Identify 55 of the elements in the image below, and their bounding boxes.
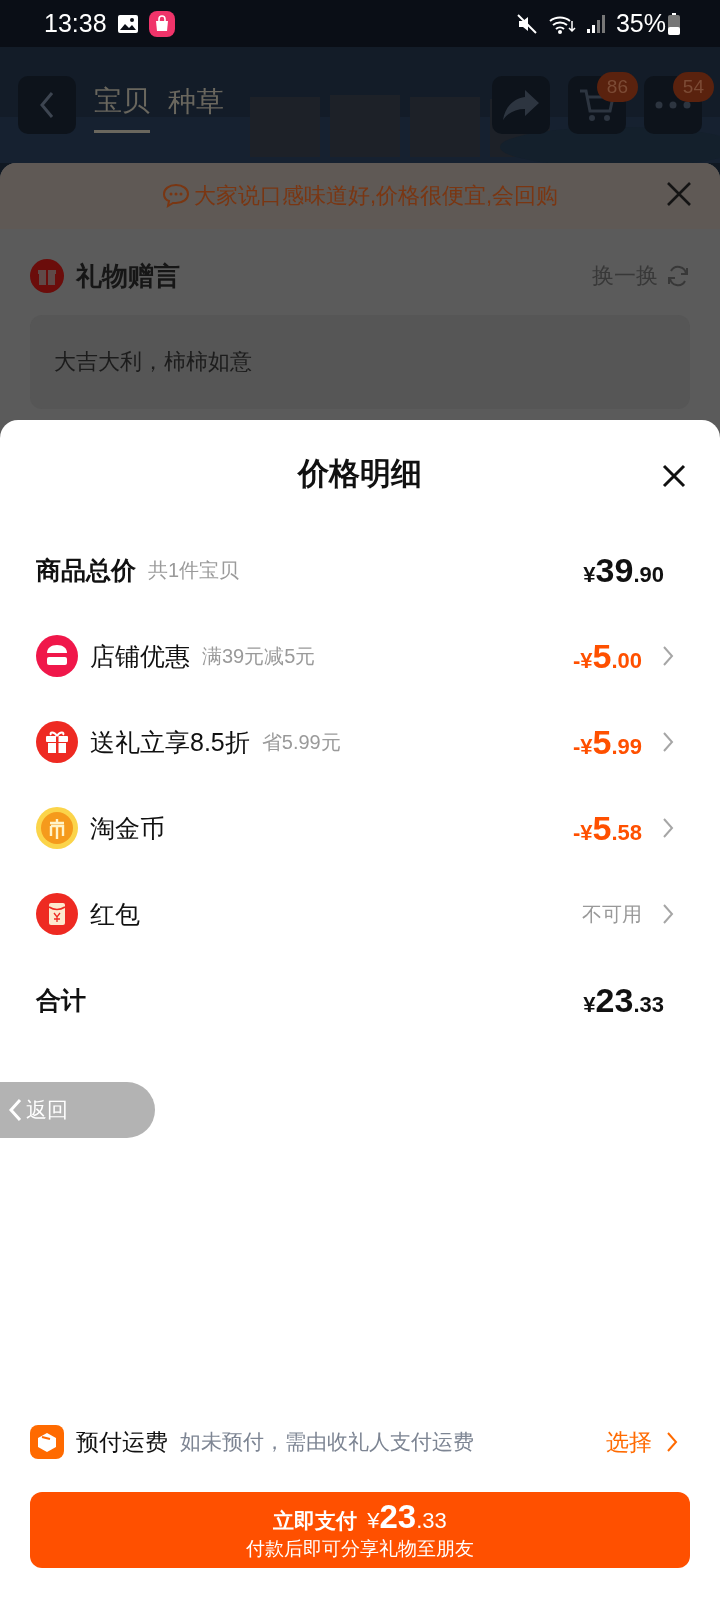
chevron-icon [662, 903, 674, 925]
message-box[interactable]: 大吉大利，柿柿如意 [30, 315, 690, 409]
gift-icon [30, 259, 64, 293]
back-icon [8, 1098, 22, 1122]
chat-bubble-icon [161, 183, 190, 209]
chevron-icon [666, 1431, 678, 1453]
row-label: 送礼立享8.5折 [90, 726, 250, 758]
price-amount: ¥39.90 [583, 550, 664, 590]
close-button[interactable] [662, 464, 686, 488]
store-icon [36, 635, 78, 677]
chevron-icon [662, 817, 674, 839]
row-note: 共1件宝贝 [148, 557, 240, 583]
row-title: 商品总价 [36, 554, 136, 586]
tab[interactable]: 种草 [168, 79, 224, 131]
pay-button[interactable]: 立即支付 ¥23.33 付款后即可分享礼物至朋友 [30, 1492, 690, 1568]
shipping-label: 预付运费 [76, 1427, 168, 1457]
refresh-icon [666, 264, 690, 288]
close-icon [666, 181, 692, 207]
row-label: 店铺优惠 [90, 640, 190, 672]
battery-icon [668, 12, 680, 35]
sheet-title: 价格明细 [298, 454, 422, 493]
review-notice: 大家说口感味道好,价格很便宜,会回购 [193, 182, 559, 210]
shipping-note: 如未预付，需由收礼人支付运费 [180, 1429, 475, 1455]
shopping-bag-icon [148, 10, 175, 37]
close-icon [662, 464, 686, 488]
row-note: 省5.99元 [261, 729, 341, 755]
coin-icon [36, 807, 78, 849]
chevron-icon [662, 645, 674, 667]
gift-icon [36, 721, 78, 763]
price-amount: ¥23.33 [583, 980, 664, 1020]
box-icon [30, 1425, 64, 1459]
section-title: 礼物赠言 [76, 259, 180, 293]
discount-amount: -¥5.00 [572, 636, 642, 676]
signal-icon [585, 13, 606, 34]
share-button[interactable] [492, 76, 550, 134]
row-note: 满39元减5元 [202, 643, 316, 669]
share-icon [501, 88, 541, 122]
row-label: 淘金币 [90, 812, 165, 844]
row-label: 红包 [90, 898, 140, 930]
battery-percent: 35% [615, 9, 666, 38]
row-title: 合计 [36, 984, 86, 1016]
chevron-icon [662, 731, 674, 753]
image-icon [116, 13, 139, 34]
discount-amount: -¥5.99 [572, 722, 642, 762]
select-link[interactable]: 选择 [606, 1426, 678, 1458]
more-icon [655, 101, 691, 109]
back-button[interactable]: 返回 [0, 1082, 155, 1138]
back-icon [39, 91, 55, 119]
status-text: 不可用 [582, 901, 642, 927]
discount-amount: -¥5.58 [572, 808, 642, 848]
clock: 13:38 [44, 9, 107, 38]
envelope-icon [36, 893, 78, 935]
mute-icon [515, 12, 538, 35]
tab[interactable]: 宝贝 [94, 77, 150, 133]
back-button[interactable] [18, 76, 76, 134]
